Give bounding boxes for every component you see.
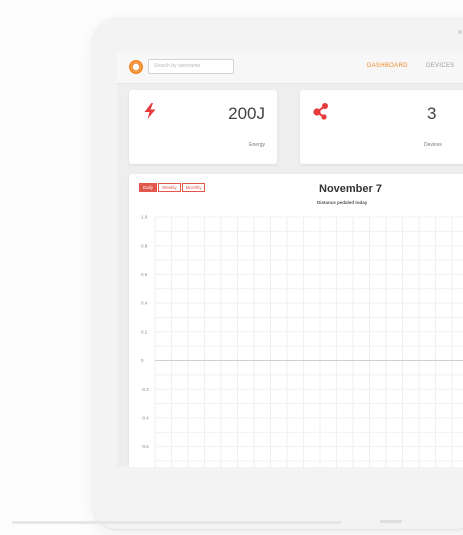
device-foot: [380, 520, 402, 523]
devices-value: 3: [427, 104, 437, 123]
y-tick-label: 0.8: [141, 243, 148, 248]
energy-card: 200J Energy: [129, 90, 277, 164]
app-screen: Search by username DASHBOARD DEVICES 200…: [117, 53, 463, 467]
table-edge-line: [12, 521, 342, 524]
lightning-bolt-icon: [144, 103, 156, 119]
chart-panel: Daily Weekly Monthly November 7 Distance…: [129, 174, 463, 467]
nav-devices[interactable]: DEVICES: [426, 63, 454, 69]
devices-label: Devices: [424, 142, 442, 148]
chart-plot: 1.00.80.60.40.20-0.2-0.4-0.6-0.8: [141, 215, 463, 467]
energy-label: Energy: [249, 142, 265, 148]
y-tick-label: 1.0: [141, 215, 148, 220]
search-input[interactable]: Search by username: [148, 59, 234, 74]
y-tick-label: 0.6: [141, 272, 148, 277]
nav-dashboard[interactable]: DASHBOARD: [367, 63, 408, 69]
energy-value: 200J: [228, 104, 265, 123]
top-bar: Search by username DASHBOARD DEVICES: [117, 53, 463, 84]
devices-card: 3 Devices: [300, 90, 463, 164]
y-tick-label: 0.4: [141, 301, 148, 306]
y-tick-label: -0.6: [141, 444, 149, 449]
device-mockup: Search by username DASHBOARD DEVICES 200…: [0, 0, 463, 535]
y-tick-label: -0.4: [141, 416, 149, 421]
y-tick-label: 0.2: [141, 329, 148, 334]
share-nodes-icon: [313, 103, 328, 120]
app-logo-icon[interactable]: [129, 60, 143, 74]
y-tick-label: 0: [141, 358, 144, 363]
y-tick-label: -0.2: [141, 387, 149, 392]
camera-dot: [458, 30, 462, 34]
